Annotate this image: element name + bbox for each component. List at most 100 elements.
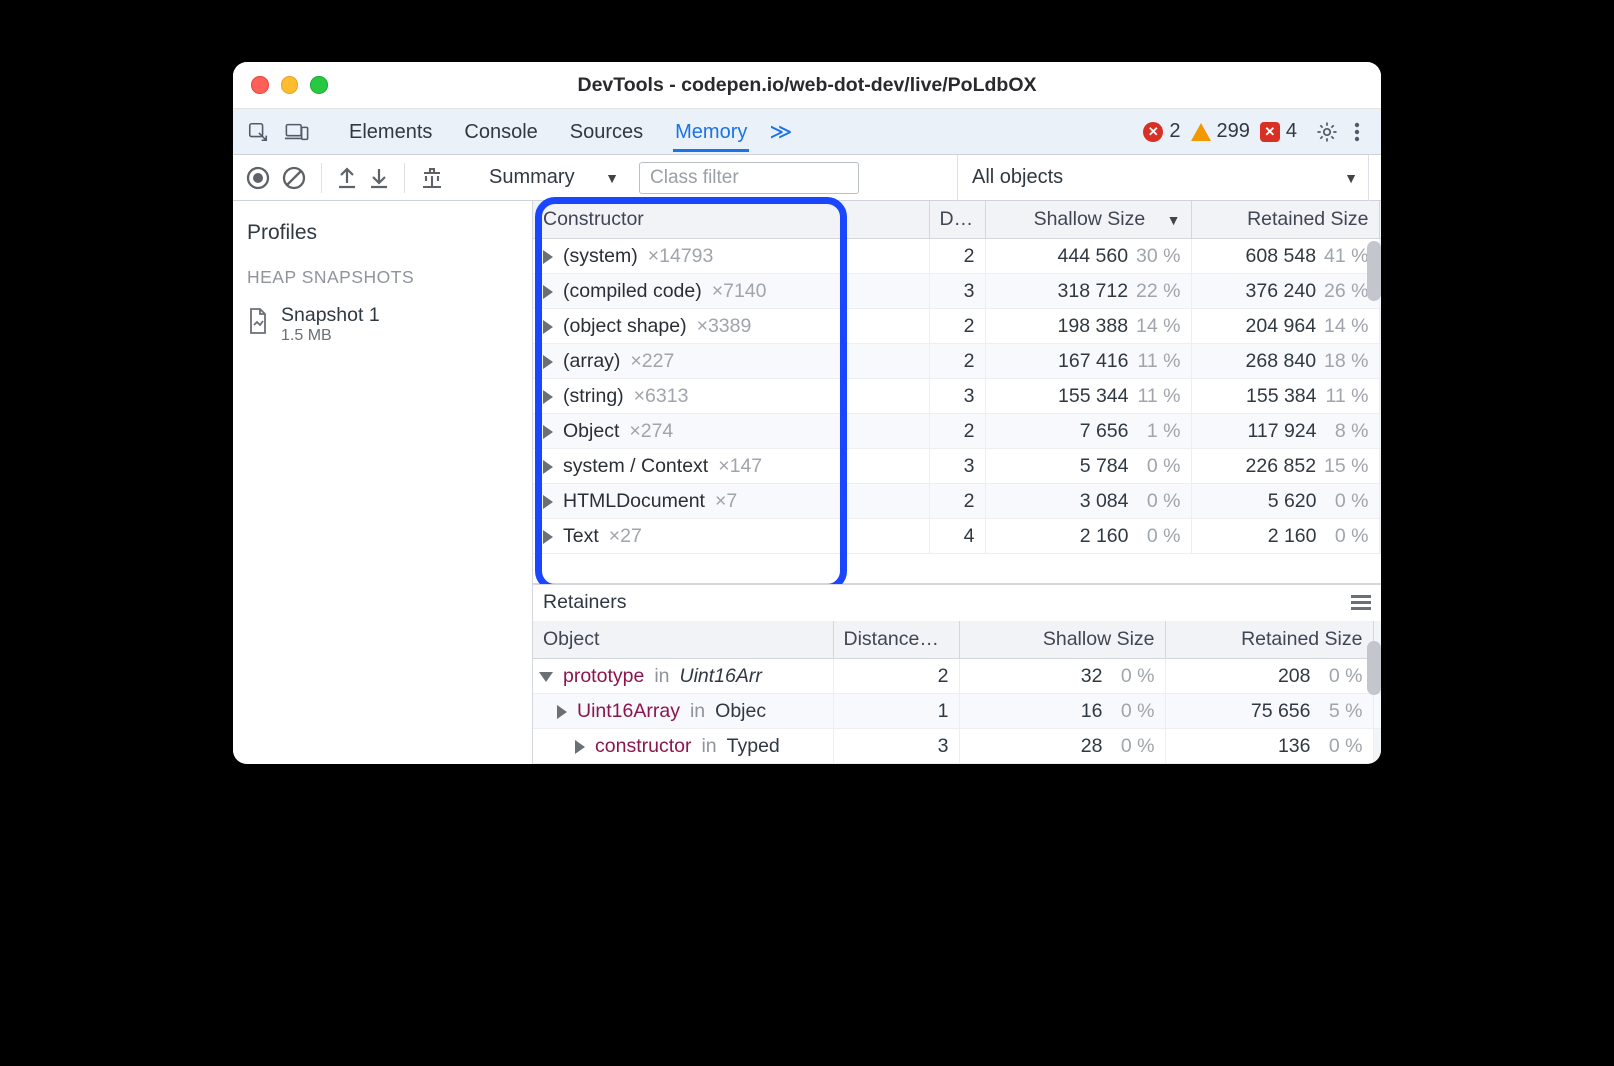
scope-select[interactable]: All objects ▼ [957, 155, 1369, 201]
warnings-badge[interactable]: 299 [1191, 120, 1250, 143]
constructor-count: ×227 [630, 350, 674, 373]
col-distance[interactable]: Di… [929, 201, 985, 239]
constructor-name: Text [563, 525, 599, 548]
scrollbar-thumb[interactable] [1367, 241, 1381, 301]
retained-pct: 5 % [1319, 700, 1363, 723]
table-row[interactable]: Object ×27427 6561 %117 9248 % [533, 414, 1381, 449]
table-row[interactable]: system / Context ×14735 7840 %226 85215 … [533, 449, 1381, 484]
disclosure-triangle-icon[interactable] [543, 355, 553, 369]
perspective-select[interactable]: Summary ▼ [479, 164, 629, 191]
constructor-name: (string) [563, 385, 624, 408]
constructor-name: (system) [563, 245, 638, 268]
constructor-count: ×274 [629, 420, 673, 443]
disclosure-triangle-icon[interactable] [543, 390, 553, 404]
inspect-icon[interactable] [247, 121, 269, 143]
export-icon[interactable] [336, 166, 358, 190]
tab-elements[interactable]: Elements [347, 111, 434, 152]
minimize-window-button[interactable] [281, 76, 299, 94]
shallow-pct: 1 % [1137, 420, 1181, 443]
table-row[interactable]: (array) ×2272167 41611 %268 84018 % [533, 344, 1381, 379]
retained-size: 204 964 [1246, 315, 1317, 338]
constructor-name: HTMLDocument [563, 490, 705, 513]
retainers-title: Retainers [543, 591, 626, 614]
more-tabs-button[interactable]: ≫ [769, 119, 792, 145]
errors-badge[interactable]: ✕ 2 [1143, 120, 1180, 143]
gc-icon[interactable] [419, 165, 445, 191]
retained-size: 155 384 [1246, 385, 1317, 408]
disclosure-triangle-icon[interactable] [539, 672, 553, 682]
table-row[interactable]: (object shape) ×33892198 38814 %204 9641… [533, 309, 1381, 344]
disclosure-triangle-icon[interactable] [543, 320, 553, 334]
shallow-pct: 14 % [1136, 315, 1180, 338]
disclosure-triangle-icon[interactable] [543, 285, 553, 299]
retained-pct: 41 % [1324, 245, 1368, 268]
record-icon[interactable] [245, 165, 271, 191]
shallow-pct: 0 % [1111, 735, 1155, 758]
col-retained[interactable]: Retained Size [1191, 201, 1379, 239]
table-row[interactable]: (system) ×147932444 56030 %608 54841 % [533, 239, 1381, 274]
tab-memory[interactable]: Memory [673, 111, 749, 152]
settings-icon[interactable] [1315, 120, 1339, 144]
disclosure-triangle-icon[interactable] [543, 460, 553, 474]
retainer-type: Uint16Arr [680, 665, 762, 688]
issues-count: 4 [1286, 120, 1297, 143]
snapshot-item[interactable]: Snapshot 1 1.5 MB [233, 296, 532, 353]
rcol-retained[interactable]: Retained Size [1165, 621, 1373, 659]
constructor-name: (compiled code) [563, 280, 702, 303]
disclosure-triangle-icon[interactable] [543, 530, 553, 544]
shallow-pct: 0 % [1137, 455, 1181, 478]
retained-size: 117 924 [1247, 420, 1316, 443]
disclosure-triangle-icon[interactable] [543, 495, 553, 509]
in-keyword: in [654, 665, 669, 688]
scrollbar-thumb[interactable] [1367, 641, 1381, 695]
table-row[interactable]: HTMLDocument ×723 0840 %5 6200 % [533, 484, 1381, 519]
issues-badge[interactable]: ✕ 4 [1260, 120, 1297, 143]
distance-cell: 4 [929, 519, 985, 554]
table-row[interactable]: Text ×2742 1600 %2 1600 % [533, 519, 1381, 554]
warnings-count: 299 [1217, 120, 1250, 143]
retained-size: 2 160 [1268, 525, 1317, 548]
tab-console[interactable]: Console [462, 111, 539, 152]
import-icon[interactable] [368, 166, 390, 190]
rcol-object[interactable]: Object [533, 621, 833, 659]
clear-icon[interactable] [281, 165, 307, 191]
kebab-menu-icon[interactable] [1347, 120, 1367, 144]
shallow-size: 5 784 [1080, 455, 1129, 478]
disclosure-triangle-icon[interactable] [575, 740, 585, 754]
retainer-row[interactable]: constructor in Typed3280 %1360 % [533, 729, 1381, 764]
distance-cell: 2 [833, 659, 959, 694]
col-constructor[interactable]: Constructor [533, 201, 929, 239]
rcol-shallow[interactable]: Shallow Size [959, 621, 1165, 659]
disclosure-triangle-icon[interactable] [557, 705, 567, 719]
in-keyword: in [690, 700, 705, 723]
col-shallow[interactable]: Shallow Size ▼ [985, 201, 1191, 239]
retained-size: 608 548 [1246, 245, 1317, 268]
disclosure-triangle-icon[interactable] [543, 425, 553, 439]
constructor-name: (array) [563, 350, 620, 373]
retainers-menu-icon[interactable] [1351, 595, 1371, 610]
distance-cell: 3 [929, 379, 985, 414]
class-filter-input[interactable] [639, 162, 859, 194]
shallow-size: 28 [1081, 735, 1103, 758]
zoom-window-button[interactable] [310, 76, 328, 94]
disclosure-triangle-icon[interactable] [543, 250, 553, 264]
close-window-button[interactable] [251, 76, 269, 94]
retainer-row[interactable]: Uint16Array in Objec1160 %75 6565 % [533, 694, 1381, 729]
distance-cell: 2 [929, 414, 985, 449]
shallow-pct: 22 % [1136, 280, 1180, 303]
shallow-size: 318 712 [1058, 280, 1129, 303]
table-row[interactable]: (string) ×63133155 34411 %155 38411 % [533, 379, 1381, 414]
constructor-name: system / Context [563, 455, 708, 478]
retained-pct: 18 % [1324, 350, 1368, 373]
table-row[interactable]: (compiled code) ×71403318 71222 %376 240… [533, 274, 1381, 309]
distance-cell: 3 [929, 449, 985, 484]
distance-cell: 3 [833, 729, 959, 764]
tab-sources[interactable]: Sources [568, 111, 645, 152]
rcol-distance[interactable]: Distance▲ [833, 621, 959, 659]
distance-cell: 2 [929, 344, 985, 379]
retainer-row[interactable]: prototype in Uint16Arr2320 %2080 % [533, 659, 1381, 694]
device-mode-icon[interactable] [285, 121, 309, 143]
in-keyword: in [701, 735, 716, 758]
shallow-size: 167 416 [1058, 350, 1129, 373]
distance-cell: 1 [833, 694, 959, 729]
